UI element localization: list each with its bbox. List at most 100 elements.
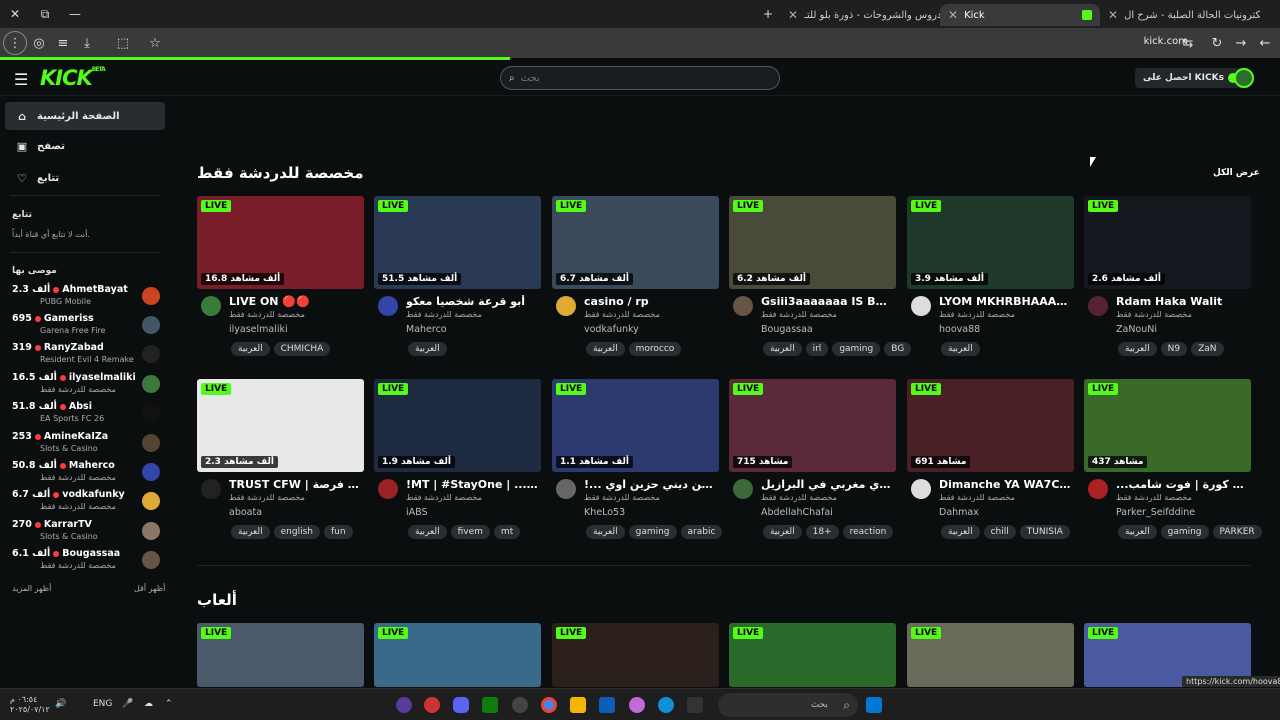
stream-thumbnail[interactable]: LIVE 691 مشاهد <box>907 379 1074 472</box>
file-explorer-icon[interactable] <box>570 697 586 713</box>
tag[interactable]: العربية <box>1118 525 1157 539</box>
stream-category[interactable]: مخصصة للدردشة فقط <box>761 310 837 319</box>
avatar[interactable] <box>1088 479 1108 499</box>
game-stream-thumbnail[interactable]: LIVE <box>907 623 1074 687</box>
menu-icon[interactable]: ⋮ <box>3 31 27 55</box>
app-icon[interactable] <box>396 697 412 713</box>
show-more-link[interactable]: أظهر المزيد <box>12 584 51 593</box>
windows-start-icon[interactable] <box>866 697 882 713</box>
streamer-name[interactable]: KheLo53 <box>584 507 625 518</box>
tag[interactable]: العربية <box>941 342 980 356</box>
tag[interactable]: fivem <box>450 525 490 539</box>
recommended-channel[interactable]: 695 Gameriss Garena Free Fire <box>10 312 160 340</box>
avatar[interactable] <box>201 296 221 316</box>
stream-title[interactable]: !... والحلال من ديني حزين اوي <box>584 478 717 491</box>
stream-card[interactable]: LIVE 2.6 ألف مشاهد Rdam Haka Walit مخصصة … <box>1084 196 1251 366</box>
taskbar-search[interactable]: بحث ⌕ <box>718 693 858 717</box>
game-stream-thumbnail[interactable]: LIVE <box>197 623 364 687</box>
language-indicator[interactable]: ENG <box>93 699 112 709</box>
tag[interactable]: irl <box>805 342 829 356</box>
avatar[interactable] <box>911 296 931 316</box>
streamer-name[interactable]: AbdellahChafai <box>761 507 833 518</box>
system-clock[interactable]: ٠٦:٥٤ م ٢٠٢٥/٠٧/١٢ <box>10 695 50 715</box>
stream-title[interactable]: Rdam Haka Walit <box>1116 295 1249 308</box>
game-stream-thumbnail[interactable]: LIVE <box>374 623 541 687</box>
tag[interactable]: ZaN <box>1191 342 1224 356</box>
stream-category[interactable]: مخصصة للدردشة فقط <box>229 493 305 502</box>
close-tab-icon[interactable]: ✕ <box>1108 8 1118 22</box>
edge-icon[interactable] <box>658 697 674 713</box>
stream-card[interactable]: LIVE 437 مشاهد ...ريأكشن كورة | فوت شامب … <box>1084 379 1262 549</box>
xbox-icon[interactable] <box>482 697 498 713</box>
game-stream-thumbnail[interactable]: LIVE <box>729 623 896 687</box>
stream-category[interactable]: مخصصة للدردشة فقط <box>1116 310 1192 319</box>
maximize-window-button[interactable]: ⧉ <box>30 7 60 22</box>
tag[interactable]: morocco <box>628 342 682 356</box>
recommended-channel[interactable]: 16.5 ألف ilyaselmaliki مخصصة للدردشة فقط <box>10 371 160 399</box>
stream-card[interactable]: LIVE2.3 ألف مشاهد TRUST CFW | فرصة ?... … <box>197 379 364 549</box>
stream-card[interactable]: LIVE 51.5 ألف مشاهد أبو قرعة شخصيا معكو م… <box>374 196 541 366</box>
reading-list-icon[interactable]: ≡ <box>51 31 75 55</box>
stream-title[interactable]: casino / rp <box>584 295 717 308</box>
streamer-name[interactable]: iABS <box>406 507 428 518</box>
tag[interactable]: reaction <box>842 525 894 539</box>
stream-category[interactable]: مخصصة للدردشة فقط <box>584 310 660 319</box>
tag[interactable]: العربية <box>1118 342 1157 356</box>
tag[interactable]: CHMICHA <box>273 342 331 356</box>
avatar[interactable] <box>556 296 576 316</box>
tag[interactable]: 18+ <box>805 525 839 539</box>
volume-icon[interactable]: 🔊 <box>55 699 66 709</box>
user-avatar[interactable] <box>1234 68 1254 88</box>
recommended-channel[interactable]: 6.7 ألف vodkafunky مخصصة للدردشة فقط <box>10 488 160 516</box>
avatar[interactable] <box>201 479 221 499</box>
stream-thumbnail[interactable]: LIVE 1.1 ألف مشاهد <box>552 379 719 472</box>
tray-chevron-icon[interactable]: ⌃ <box>165 699 173 709</box>
tag[interactable]: chill <box>983 525 1016 539</box>
extensions-icon[interactable]: ◎ <box>27 31 51 55</box>
stream-title[interactable]: أبو قرعة شخصيا معكو <box>406 295 539 308</box>
stream-category[interactable]: مخصصة للدردشة فقط <box>1116 493 1192 502</box>
recommended-channel[interactable]: 50.8 ألف Maherco مخصصة للدردشة فقط <box>10 459 160 487</box>
stream-title[interactable]: عسكري مغربي في البرازيل <box>761 478 894 491</box>
stream-category[interactable]: مخصصة للدردشة فقط <box>584 493 660 502</box>
hamburger-menu-icon[interactable]: ☰ <box>14 70 28 89</box>
minimize-window-button[interactable]: — <box>60 7 90 21</box>
close-tab-icon[interactable]: ✕ <box>948 8 958 22</box>
stream-thumbnail[interactable]: LIVE 1.9 ألف مشاهد <box>374 379 541 472</box>
tag[interactable]: PARKER <box>1212 525 1262 539</box>
tag[interactable]: gaming <box>1160 525 1209 539</box>
sidebar-item-home[interactable]: ⌂ الصفحة الرئيسية <box>5 102 165 130</box>
stream-card[interactable]: LIVE 3.9 ألف مشاهد LYOM MKHRBHAAAA... مخص… <box>907 196 1074 366</box>
stream-thumbnail[interactable]: LIVE 715 مشاهد <box>729 379 896 472</box>
kick-logo[interactable]: KICKBETA <box>40 66 106 90</box>
microsoft-store-icon[interactable] <box>599 697 615 713</box>
tag[interactable]: العربية <box>763 525 802 539</box>
avatar[interactable] <box>733 479 753 499</box>
site-settings-icon[interactable]: ⇆ <box>1176 31 1200 55</box>
stream-title[interactable]: ...ريأكشن كورة | فوت شامب | ... <box>1116 478 1249 491</box>
avatar[interactable] <box>378 479 398 499</box>
tag[interactable]: N9 <box>1160 342 1188 356</box>
recommended-channel[interactable]: 6.1 ألف Bougassaa مخصصة للدردشة فقط <box>10 547 160 575</box>
tag[interactable]: arabic <box>680 525 723 539</box>
tab-lessons[interactable]: ✕ الدروس والشروحات - ذورة بلو للتـ... <box>780 4 940 26</box>
recommended-channel[interactable]: 2.3 ألف AhmetBayat PUBG Mobile <box>10 283 160 311</box>
reload-icon[interactable]: ↻ <box>1205 31 1229 55</box>
stream-title[interactable]: Gsiii3aaaaaaa IS BAC... <box>761 295 894 308</box>
discord-icon[interactable] <box>453 697 469 713</box>
recommended-channel[interactable]: 319 RanyZabad Resident Evil 4 Remake <box>10 341 160 369</box>
chrome-icon[interactable] <box>541 697 557 713</box>
avatar[interactable] <box>1088 296 1108 316</box>
tag[interactable]: العربية <box>586 342 625 356</box>
stream-thumbnail[interactable]: LIVE 51.5 ألف مشاهد <box>374 196 541 289</box>
stream-thumbnail[interactable]: LIVE 6.2 ألف مشاهد <box>729 196 896 289</box>
streamer-name[interactable]: Dahmax <box>939 507 979 518</box>
avatar[interactable] <box>556 479 576 499</box>
stream-title[interactable]: LIVE ON 🔴🔴 <box>229 295 362 308</box>
stream-thumbnail[interactable]: LIVE 3.9 ألف مشاهد <box>907 196 1074 289</box>
tag[interactable]: gaming <box>832 342 881 356</box>
tag[interactable]: english <box>273 525 320 539</box>
bookmark-star-icon[interactable]: ☆ <box>143 31 167 55</box>
show-less-link[interactable]: أظهر أقل <box>134 584 165 593</box>
search-box[interactable]: ⌕ <box>500 66 780 90</box>
